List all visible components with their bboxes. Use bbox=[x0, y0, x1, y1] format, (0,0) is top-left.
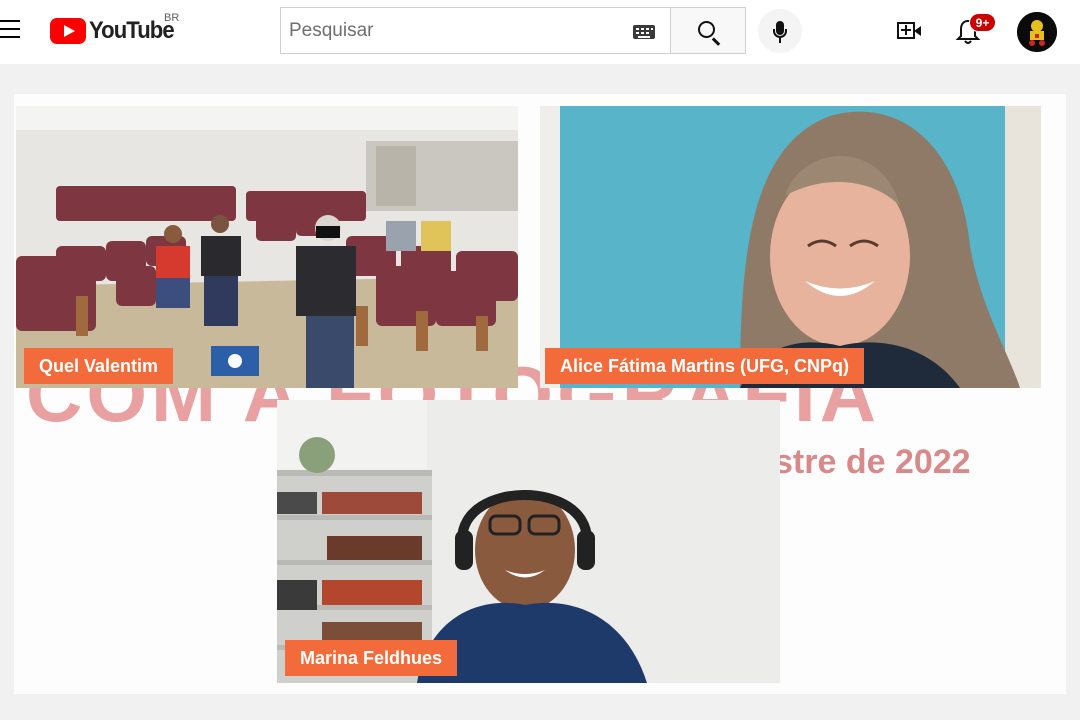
search-box bbox=[280, 7, 671, 54]
participant-tile: Marina Feldhues bbox=[277, 400, 780, 683]
avatar[interactable] bbox=[1017, 12, 1057, 52]
search-input[interactable] bbox=[289, 8, 619, 53]
masthead: YouTube BR 9+ bbox=[0, 0, 1080, 64]
voice-search-button[interactable] bbox=[758, 9, 802, 53]
participant-name-tag: Alice Fátima Martins (UFG, CNPq) bbox=[545, 348, 865, 384]
youtube-play-icon bbox=[50, 18, 86, 44]
menu-icon[interactable] bbox=[0, 20, 22, 40]
participant-tile: Alice Fátima Martins (UFG, CNPq) bbox=[540, 106, 1041, 388]
keyboard-icon[interactable] bbox=[633, 25, 655, 39]
video-player[interactable]: COM A FOTOGRAFIA stre de 2022 Quel Valen… bbox=[14, 94, 1066, 694]
auditorium-video bbox=[16, 106, 518, 388]
create-video-icon[interactable] bbox=[897, 21, 923, 41]
webcam-video bbox=[540, 106, 1041, 388]
region-code: BR bbox=[164, 12, 180, 24]
video-stage: COM A FOTOGRAFIA stre de 2022 Quel Valen… bbox=[0, 64, 1080, 720]
youtube-logo[interactable]: YouTube bbox=[50, 17, 181, 45]
participant-tile: Quel Valentim bbox=[16, 106, 518, 388]
notification-badge: 9+ bbox=[969, 13, 996, 32]
slide-subtitle: stre de 2022 bbox=[774, 443, 971, 481]
participant-name-tag: Quel Valentim bbox=[24, 348, 174, 384]
participant-name-tag: Marina Feldhues bbox=[285, 640, 458, 676]
search-icon bbox=[698, 21, 715, 38]
logo-text: YouTube bbox=[89, 17, 175, 44]
search-button[interactable] bbox=[670, 7, 746, 54]
